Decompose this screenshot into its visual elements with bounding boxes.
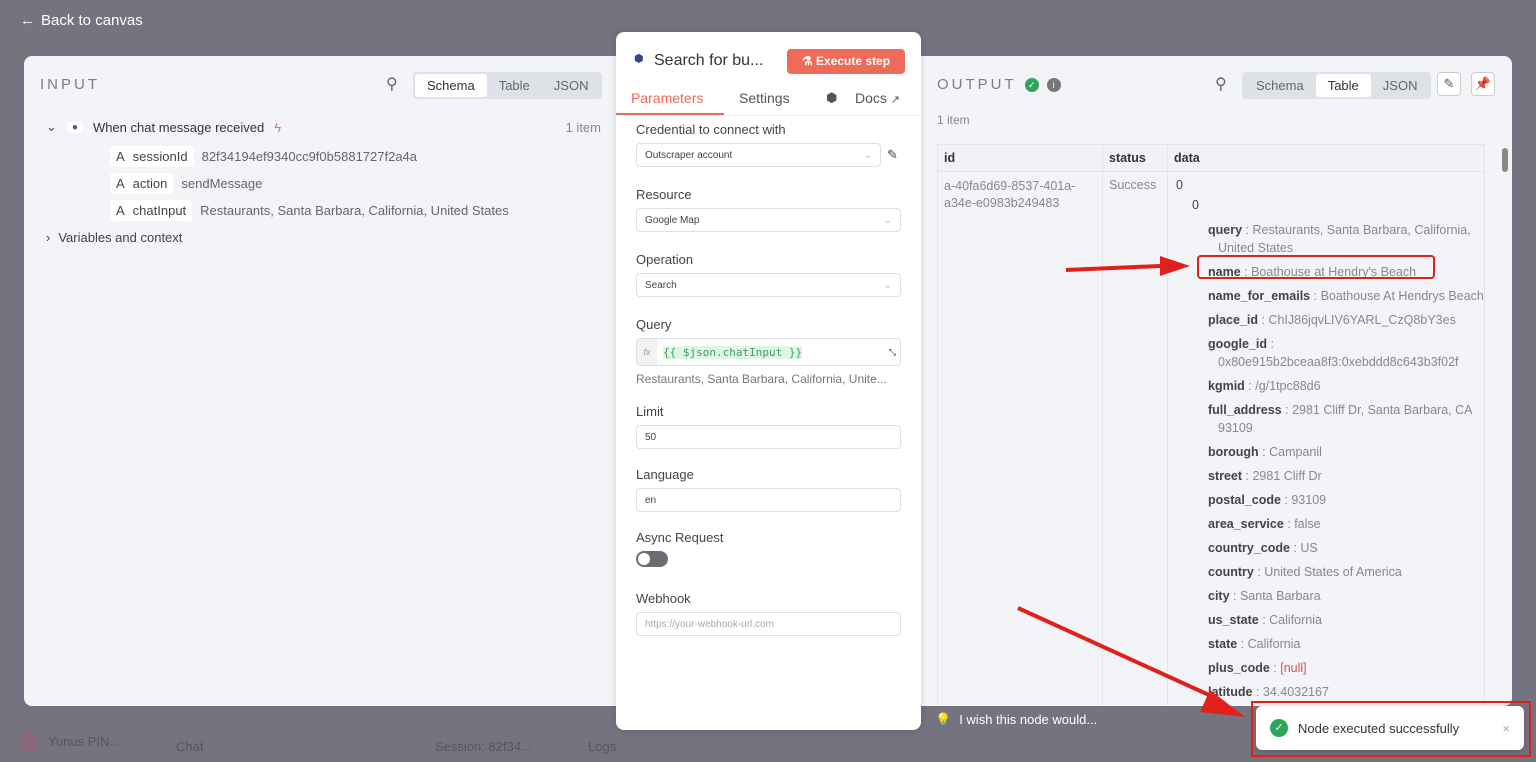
search-icon[interactable]: ⚲	[386, 74, 398, 94]
close-icon[interactable]: ×	[1502, 721, 1510, 736]
chat-icon: ●	[66, 121, 83, 133]
data-field-row: state : California	[1208, 637, 1301, 651]
limit-input[interactable]: 50	[636, 425, 901, 449]
edit-pencil-icon[interactable]: ✎	[887, 147, 898, 163]
input-view-tabs: Schema Table JSON	[413, 72, 603, 99]
data-field-row: google_id : 0x80e915b2bceaa8f3:0xebddd8c…	[1208, 337, 1459, 369]
data-field-row: full_address : 2981 Cliff Dr, Santa Barb…	[1208, 403, 1472, 435]
data-field-row: latitude : 34.4032167	[1208, 685, 1329, 699]
data-field-row: country : United States of America	[1208, 565, 1402, 579]
output-count: 1 item	[937, 113, 970, 127]
chat-label: Chat	[176, 739, 204, 754]
data-field-row: city : Santa Barbara	[1208, 589, 1321, 603]
input-node-row[interactable]: ⌄ ● When chat message received ϟ 1 item	[46, 116, 601, 138]
scrollbar[interactable]	[1502, 148, 1508, 172]
execute-step-button[interactable]: ⚗ Execute step	[787, 49, 905, 74]
data-field-row: street : 2981 Cliff Dr	[1208, 469, 1322, 483]
lightbulb-icon: 💡	[935, 712, 952, 727]
output-view-tabs: Schema Table JSON	[1242, 72, 1432, 99]
webhook-input[interactable]: https://your-webhook-url.com	[636, 612, 901, 636]
output-table: id status data a-40fa6d69-8537-401a-a34e-e…	[937, 144, 1485, 706]
tab-parameters[interactable]: Parameters	[631, 90, 703, 106]
data-field-row: area_service : false	[1208, 517, 1321, 531]
edit-pencil-icon[interactable]: ✎	[1437, 72, 1461, 96]
column-header: status	[1102, 144, 1168, 172]
avatar	[18, 732, 38, 752]
data-field-row: name_for_emails : Boathouse At Hendrys B…	[1208, 289, 1484, 303]
resource-select[interactable]: Google Map ⌄	[636, 208, 901, 232]
user-name[interactable]: Yunus PIN...	[48, 734, 120, 749]
schema-field[interactable]: AchatInput Restaurants, Santa Barbara, Ca…	[110, 197, 601, 224]
tab-docs[interactable]: Docs ↗	[855, 90, 900, 106]
success-check-icon: ✓	[1024, 77, 1039, 92]
async-toggle[interactable]	[636, 551, 668, 567]
tab-json[interactable]: JSON	[1371, 74, 1430, 97]
tab-json[interactable]: JSON	[542, 74, 601, 97]
node-title[interactable]: Search for bu...	[654, 52, 763, 70]
tab-settings[interactable]: Settings	[739, 90, 790, 106]
schema-field[interactable]: Aaction sendMessage	[110, 170, 601, 197]
cube-icon: ⬢	[826, 90, 838, 105]
feedback-link[interactable]: 💡 I wish this node would...	[935, 712, 1097, 728]
tab-table[interactable]: Table	[1315, 74, 1371, 97]
data-field-row: postal_code : 93109	[1208, 493, 1327, 507]
data-field-row: country_code : US	[1208, 541, 1318, 555]
node-parameters-panel: ⬢ Search for bu... ⚗ Execute step Parame…	[616, 32, 921, 730]
column-header: data	[1167, 144, 1485, 172]
input-title: INPUT	[40, 76, 100, 93]
operation-select[interactable]: Search ⌄	[636, 273, 901, 297]
chevron-right-icon: ›	[46, 230, 51, 245]
tab-schema[interactable]: Schema	[415, 74, 487, 97]
tab-table[interactable]: Table	[487, 74, 542, 97]
logs-label[interactable]: Logs	[588, 739, 616, 754]
data-field-row: us_state : California	[1208, 613, 1322, 627]
data-fields: query : Restaurants, Santa Barbara, Cali…	[1176, 218, 1484, 706]
back-to-canvas-button[interactable]: ← Back to canvas	[20, 12, 143, 29]
bolt-icon: ϟ	[274, 119, 282, 135]
data-field-row: place_id : ChIJ86jqvLIV6YARL_CzQ8bY3es	[1208, 313, 1456, 327]
pin-icon[interactable]: 📌	[1471, 72, 1495, 96]
schema-field[interactable]: AsessionId 82f34194ef9340cc9f0b5881727f2a…	[110, 143, 601, 170]
data-field-row: query : Restaurants, Santa Barbara, Cali…	[1208, 223, 1471, 255]
outscraper-icon: ⬢	[634, 53, 644, 65]
data-field-row: borough : Campanil	[1208, 445, 1322, 459]
query-input[interactable]: fx{{ $json.chatInput }} ⤡	[636, 338, 901, 366]
table-row: a-40fa6d69-8537-401a-a34e-e0983b249483 S…	[937, 171, 1485, 706]
expand-icon: ⤡	[888, 346, 896, 357]
flask-icon: ⚗	[801, 54, 813, 68]
column-header: id	[937, 144, 1103, 172]
fx-icon: fx	[637, 339, 657, 365]
data-field-row: kgmid : /g/1tpc88d6	[1208, 379, 1321, 393]
credential-select[interactable]: Outscraper account ⌄	[636, 143, 881, 167]
chevron-down-icon: ⌄	[46, 119, 57, 134]
session-label: Session: 82f34...	[435, 739, 532, 754]
success-check-icon: ✓	[1270, 719, 1288, 737]
arrow-left-icon: ←	[20, 12, 35, 29]
output-title: OUTPUT	[937, 76, 1017, 93]
data-field-row: name : Boathouse at Hendry's Beach	[1208, 265, 1417, 279]
language-input[interactable]: en	[636, 488, 901, 512]
external-link-icon: ↗	[890, 94, 901, 106]
tab-schema[interactable]: Schema	[1244, 74, 1316, 97]
data-field-row: plus_code : [null]	[1208, 661, 1307, 675]
success-toast: ✓ Node executed successfully ×	[1256, 706, 1524, 750]
variables-context-toggle[interactable]: › Variables and context	[46, 230, 601, 245]
search-icon[interactable]: ⚲	[1215, 74, 1227, 94]
info-icon[interactable]: i	[1046, 77, 1061, 92]
